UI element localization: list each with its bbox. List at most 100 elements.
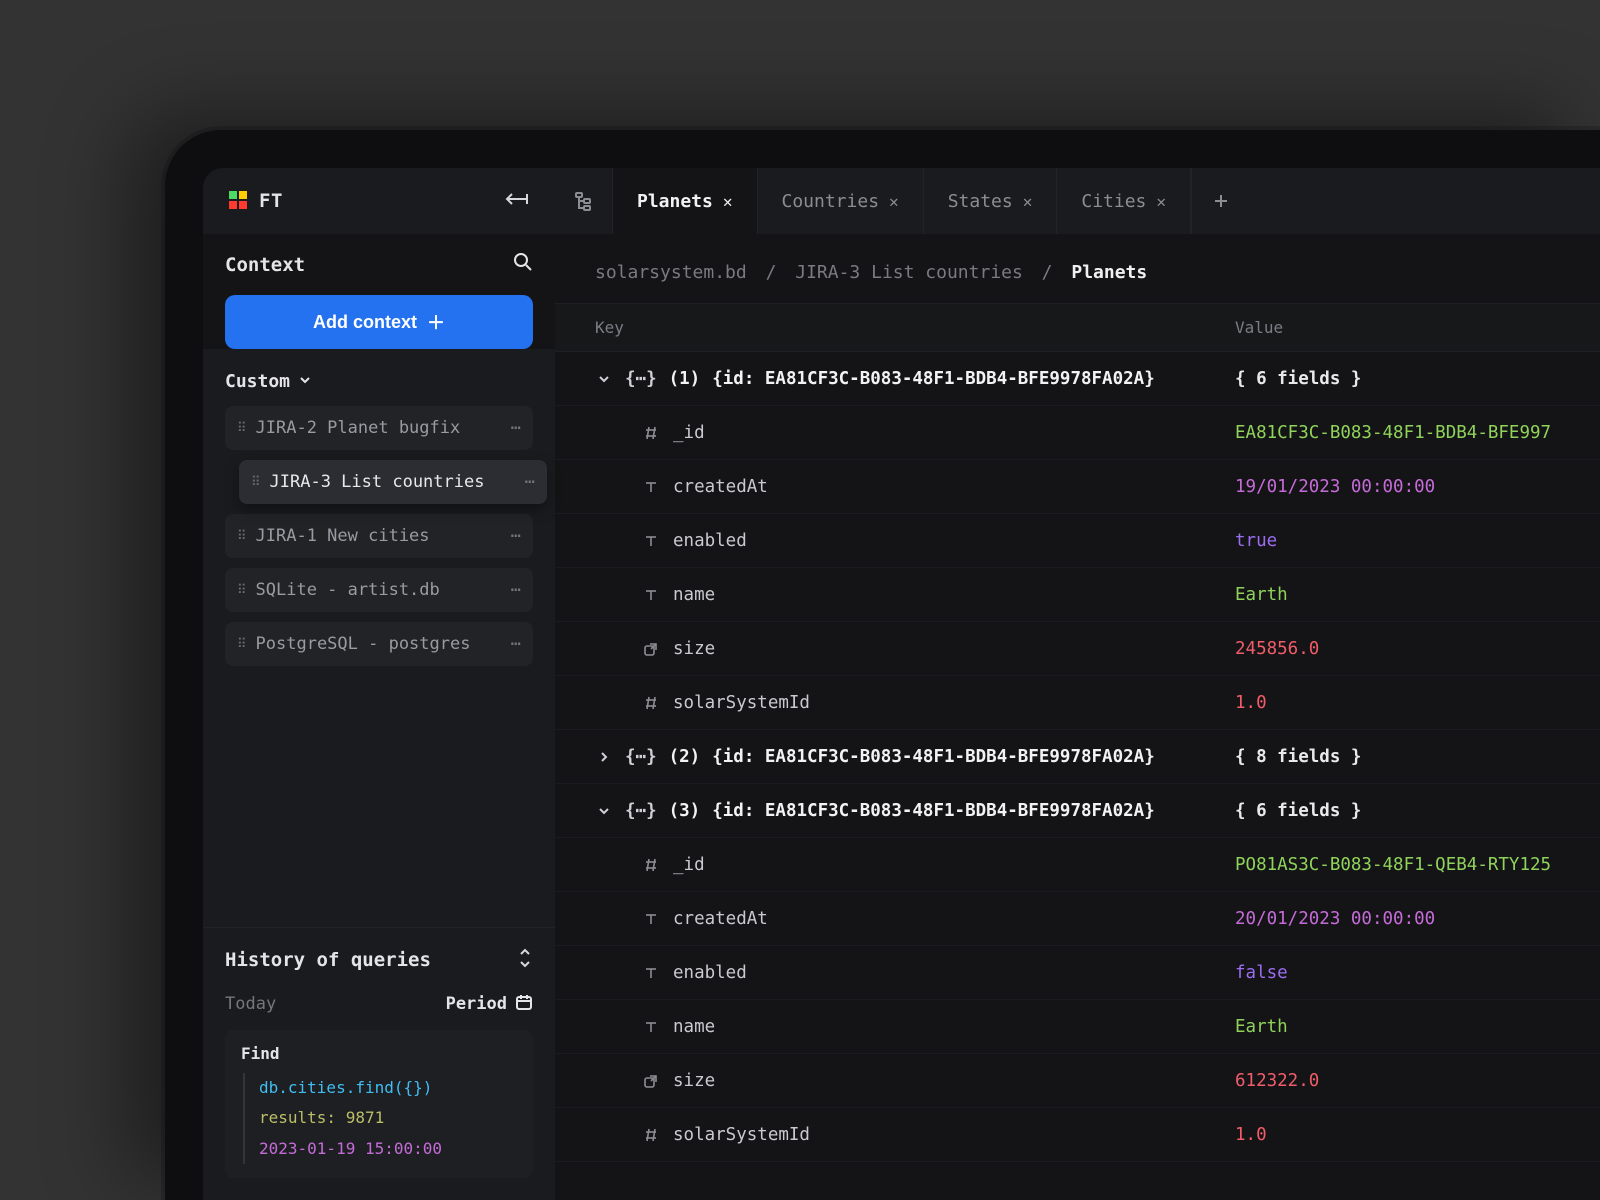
field-value: true [1235, 531, 1560, 551]
expand-icon[interactable] [595, 750, 613, 764]
context-item-label: JIRA-2 Planet bugfix [256, 418, 461, 438]
drag-handle-icon[interactable]: ⠿ [251, 475, 260, 490]
object-summary: {id: EA81CF3C-B083-48F1-BDB4-BFE9978FA02… [712, 369, 1155, 389]
object-row[interactable]: {⋯}(2){id: EA81CF3C-B083-48F1-BDB4-BFE99… [555, 730, 1600, 784]
drag-handle-icon[interactable]: ⠿ [237, 583, 246, 598]
field-name: createdAt [673, 909, 768, 929]
data-rows: {⋯} (1) {id: EA81CF3C-B083-48F1-BDB4-BFE99… [555, 352, 1600, 1200]
tab-label: States [948, 191, 1013, 212]
context-item[interactable]: ⠿ SQLite - artist.db ⋯ [225, 568, 533, 612]
history-title: History of queries [225, 949, 431, 971]
main-panel: Planets✕Countries✕States✕Cities✕ solarsy… [555, 168, 1600, 1200]
field-name: _id [673, 855, 705, 875]
field-value: PO81AS3C-B083-48F1-QEB4-RTY125 [1235, 855, 1560, 875]
object-index: (3) [669, 801, 701, 821]
object-index: (1) [669, 369, 701, 389]
more-icon[interactable]: ⋯ [511, 526, 521, 546]
expand-icon[interactable] [595, 804, 613, 818]
tree-view-icon[interactable] [555, 168, 613, 234]
close-icon[interactable]: ✕ [723, 192, 733, 211]
expand-icon[interactable] [595, 372, 613, 386]
field-row[interactable]: size612322.0 [555, 1054, 1600, 1108]
sidebar: FT Context Add context ＋ [203, 168, 555, 1200]
type-icon [641, 965, 661, 981]
field-row[interactable]: enabled false [555, 946, 1600, 1000]
context-item-label: SQLite - artist.db [256, 580, 440, 600]
period-picker[interactable]: Period [446, 993, 533, 1016]
drag-handle-icon[interactable]: ⠿ [237, 637, 246, 652]
context-item-label: JIRA-1 New cities [256, 526, 430, 546]
field-name: name [673, 1017, 715, 1037]
tab[interactable]: Cities✕ [1057, 168, 1191, 234]
plus-icon: ＋ [427, 309, 445, 335]
field-value: 20/01/2023 00:00:00 [1235, 909, 1560, 929]
type-icon [641, 533, 661, 549]
grid-header: Key Value [555, 303, 1600, 352]
field-row[interactable]: nameEarth [555, 568, 1600, 622]
context-item[interactable]: ⠿JIRA-3 List countries⋯ [239, 460, 547, 504]
field-name: name [673, 585, 715, 605]
field-name: createdAt [673, 477, 768, 497]
expand-history-icon[interactable] [517, 948, 533, 973]
object-index: (2) [669, 747, 701, 767]
breadcrumb-root[interactable]: solarsystem.bd [595, 262, 747, 283]
tab[interactable]: Planets✕ [613, 168, 758, 234]
type-icon [641, 1127, 661, 1143]
sidebar-top: FT [203, 168, 555, 234]
field-row[interactable]: size245856.0 [555, 622, 1600, 676]
close-icon[interactable]: ✕ [1023, 192, 1033, 211]
breadcrumb-mid[interactable]: JIRA-3 List countries [795, 262, 1023, 283]
search-icon[interactable] [513, 252, 533, 277]
more-icon[interactable]: ⋯ [511, 580, 521, 600]
field-value: false [1235, 963, 1560, 983]
field-row[interactable]: solarSystemId1.0 [555, 676, 1600, 730]
context-item[interactable]: ⠿ JIRA-2 Planet bugfix ⋯ [225, 406, 533, 450]
calendar-icon [515, 993, 533, 1016]
type-icon [641, 587, 661, 603]
field-row[interactable]: _id PO81AS3C-B083-48F1-QEB4-RTY125 [555, 838, 1600, 892]
context-item[interactable]: ⠿ JIRA-1 New cities ⋯ [225, 514, 533, 558]
app-logo[interactable]: FT [229, 190, 283, 212]
field-name: enabled [673, 963, 747, 983]
query-results-value: 9871 [346, 1108, 385, 1127]
tab-bar: Planets✕Countries✕States✕Cities✕ [555, 168, 1600, 234]
field-row[interactable]: createdAt 20/01/2023 00:00:00 [555, 892, 1600, 946]
drag-handle-icon[interactable]: ⠿ [237, 529, 246, 544]
device-frame: FT Context Add context ＋ [165, 130, 1600, 1200]
query-title: Find [241, 1044, 517, 1063]
history-header: History of queries [203, 927, 555, 993]
add-context-button[interactable]: Add context ＋ [225, 295, 533, 349]
field-row[interactable]: nameEarth [555, 1000, 1600, 1054]
more-icon[interactable]: ⋯ [525, 472, 535, 492]
collapse-sidebar-icon[interactable] [505, 190, 529, 213]
tab[interactable]: Countries ✕ [758, 168, 924, 234]
object-summary: {id: EA81CF3C-B083-48F1-BDB4-BFE9978FA02… [712, 747, 1155, 767]
context-item-label: PostgreSQL - postgres [256, 634, 471, 654]
field-row[interactable]: solarSystemId1.0 [555, 1108, 1600, 1162]
close-icon[interactable]: ✕ [889, 192, 899, 211]
context-list: ⠿JIRA-2 Planet bugfix⋯⠿JIRA-3 List count… [225, 406, 533, 666]
add-context-label: Add context [313, 312, 417, 333]
query-card[interactable]: Find db.cities.find({}) results: 9871 20… [225, 1030, 533, 1178]
braces-icon: {⋯} [625, 369, 657, 389]
object-value-summary: { 6 fields } [1235, 801, 1560, 821]
type-icon [641, 1073, 661, 1089]
drag-handle-icon[interactable]: ⠿ [237, 421, 246, 436]
object-row[interactable]: {⋯}(3){id: EA81CF3C-B083-48F1-BDB4-BFE99… [555, 784, 1600, 838]
context-item[interactable]: ⠿ PostgreSQL - postgres ⋯ [225, 622, 533, 666]
field-row[interactable]: _idEA81CF3C-B083-48F1-BDB4-BFE997 [555, 406, 1600, 460]
more-icon[interactable]: ⋯ [511, 634, 521, 654]
new-tab-button[interactable] [1191, 168, 1249, 234]
custom-toggle[interactable]: Custom [225, 371, 533, 392]
tab[interactable]: States ✕ [924, 168, 1058, 234]
object-summary: {id: EA81CF3C-B083-48F1-BDB4-BFE9978FA02… [712, 801, 1155, 821]
period-label: Period [446, 994, 507, 1014]
field-value: 245856.0 [1235, 639, 1560, 659]
tab-label: Countries [782, 191, 880, 212]
today-label: Today [225, 994, 276, 1014]
more-icon[interactable]: ⋯ [511, 418, 521, 438]
field-row[interactable]: createdAt19/01/2023 00:00:00 [555, 460, 1600, 514]
field-row[interactable]: enabledtrue [555, 514, 1600, 568]
close-icon[interactable]: ✕ [1156, 192, 1166, 211]
object-row[interactable]: {⋯} (1) {id: EA81CF3C-B083-48F1-BDB4-BFE99… [555, 352, 1600, 406]
